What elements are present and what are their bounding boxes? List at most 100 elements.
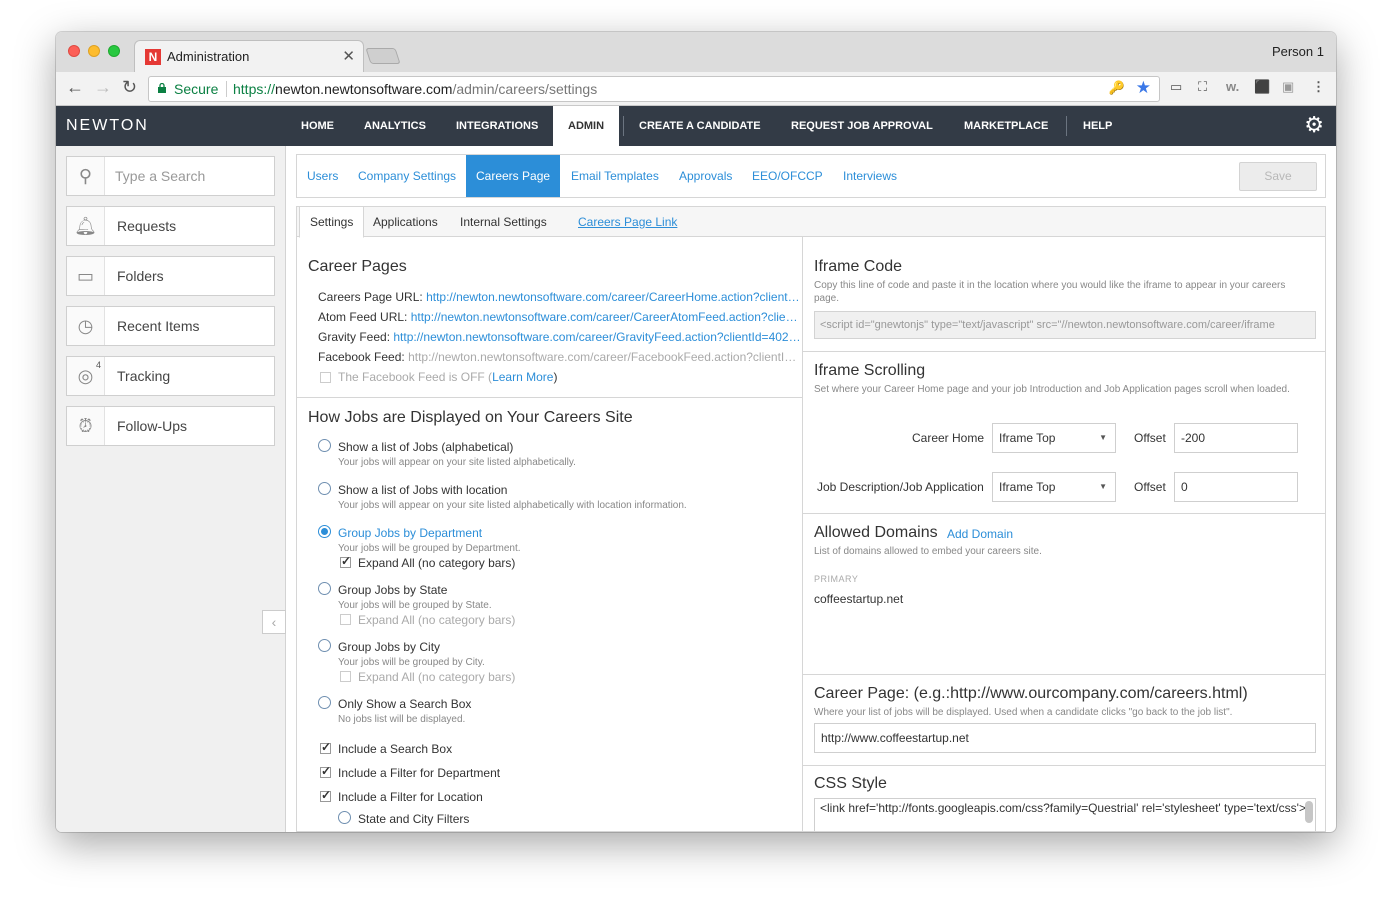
sidebar-item-tracking[interactable]: ◎ 4 Tracking <box>66 356 275 396</box>
screenshot-icon[interactable]: ⛶ <box>1198 79 1207 95</box>
job-description-select[interactable]: Iframe Top ▼ <box>992 472 1116 502</box>
menu-dots-icon[interactable]: ⋮ <box>1312 79 1325 95</box>
alarm-clock-icon: ⏰︎ <box>67 407 105 445</box>
bookmark-star-icon[interactable]: ★ <box>1136 78 1151 98</box>
save-button[interactable]: Save <box>1239 162 1317 191</box>
browser-tab[interactable]: N Administration ✕ <box>134 40 364 72</box>
extension-badge-icon[interactable]: ⬛ <box>1254 79 1270 95</box>
include-department-filter-checkbox[interactable] <box>320 764 331 778</box>
sidebar-item-label: Tracking <box>117 368 171 384</box>
nav-admin[interactable]: ADMIN <box>553 106 620 146</box>
sidebar-search[interactable]: ⚲ <box>66 156 275 196</box>
nav-marketplace[interactable]: MARKETPLACE <box>964 106 1048 146</box>
subtab-settings[interactable]: Settings <box>299 207 365 238</box>
k-extension-icon[interactable]: ▣ <box>1282 79 1294 95</box>
close-window-button[interactable] <box>68 45 80 57</box>
css-style-textarea[interactable]: <link href='http://fonts.googleapis.com/… <box>814 798 1316 831</box>
subtab-careers-page-link[interactable]: Careers Page Link <box>578 207 677 237</box>
include-location-filter-checkbox[interactable] <box>320 788 331 802</box>
search-input[interactable] <box>115 165 265 187</box>
include-search-box-checkbox[interactable] <box>320 740 331 754</box>
tab-bar: N Administration ✕ Person 1 <box>56 32 1336 72</box>
nav-home[interactable]: HOME <box>301 106 334 146</box>
career-home-select[interactable]: Iframe Top ▼ <box>992 423 1116 453</box>
w-extension-icon[interactable]: w. <box>1226 79 1239 94</box>
cast-icon[interactable]: ▭ <box>1170 79 1182 95</box>
tab-eeo-ofccp[interactable]: EEO/OFCCP <box>752 155 823 197</box>
folder-icon: ▭ <box>67 257 105 295</box>
scrollbar-thumb[interactable] <box>1305 801 1313 823</box>
radio-by-city[interactable] <box>318 639 331 652</box>
atom-feed-link[interactable]: http://newton.newtonsoftware.com/career/… <box>411 310 798 324</box>
nav-help[interactable]: HELP <box>1083 106 1112 146</box>
expand-all-department-checkbox[interactable] <box>340 554 351 568</box>
nav-create-candidate[interactable]: CREATE A CANDIDATE <box>639 106 761 146</box>
key-icon[interactable]: 🔑 <box>1109 80 1125 96</box>
nav-integrations[interactable]: INTEGRATIONS <box>456 106 538 146</box>
tab-users[interactable]: Users <box>307 155 338 197</box>
careers-url-row: Careers Page URL: http://newton.newtonso… <box>318 290 800 304</box>
tab-email-templates[interactable]: Email Templates <box>571 155 659 197</box>
tab-company-settings[interactable]: Company Settings <box>358 155 456 197</box>
tab-careers-page[interactable]: Careers Page <box>466 155 561 197</box>
career-home-select-value: Iframe Top <box>999 431 1056 445</box>
job-description-offset-input[interactable]: 0 <box>1174 472 1298 502</box>
newton-logo[interactable]: NEWTON <box>66 117 149 135</box>
subtab-applications[interactable]: Applications <box>373 207 438 237</box>
display-title: How Jobs are Displayed on Your Careers S… <box>308 409 633 426</box>
career-pages-title: Career Pages <box>308 258 407 275</box>
settings-gear-icon[interactable]: ⚙ <box>1304 112 1324 138</box>
option-label-search-box-only: Only Show a Search Box <box>338 697 472 711</box>
facebook-feed-label: Facebook Feed: <box>318 350 405 364</box>
collapse-sidebar-button[interactable]: ‹ <box>262 610 286 634</box>
tab-approvals[interactable]: Approvals <box>679 155 732 197</box>
facebook-feed-checkbox[interactable] <box>320 372 331 383</box>
sidebar-item-requests[interactable]: 🔔︎ Requests <box>66 206 275 246</box>
sidebar-item-folders[interactable]: ▭ Folders <box>66 256 275 296</box>
chevron-down-icon: ▼ <box>1099 482 1107 491</box>
gravity-feed-row: Gravity Feed: http://newton.newtonsoftwa… <box>318 330 801 344</box>
expand-all-state-checkbox[interactable] <box>340 614 351 625</box>
tab-interviews[interactable]: Interviews <box>843 155 897 197</box>
radio-state-city-filters[interactable] <box>338 811 351 824</box>
minimize-window-button[interactable] <box>88 45 100 57</box>
back-arrow-icon[interactable]: ← <box>66 77 84 98</box>
include-search-box-label: Include a Search Box <box>338 742 453 756</box>
sidebar-item-follow-ups[interactable]: ⏰︎ Follow-Ups <box>66 406 275 446</box>
careers-url-link[interactable]: http://newton.newtonsoftware.com/career/… <box>426 290 800 304</box>
radio-with-location[interactable] <box>318 482 331 495</box>
gravity-feed-link[interactable]: http://newton.newtonsoftware.com/career/… <box>393 330 800 344</box>
job-description-label: Job Description/Job Application <box>817 480 984 494</box>
option-help-by-city: Your jobs will be grouped by City. <box>338 657 485 668</box>
maximize-window-button[interactable] <box>108 45 120 57</box>
url-text[interactable]: https://newton.newtonsoftware.com/admin/… <box>233 81 597 97</box>
option-help-alphabetical: Your jobs will appear on your site liste… <box>338 457 576 468</box>
profile-name[interactable]: Person 1 <box>1272 44 1324 59</box>
radio-by-state[interactable] <box>318 582 331 595</box>
nav-request-job-approval[interactable]: REQUEST JOB APPROVAL <box>791 106 933 146</box>
expand-all-city-checkbox[interactable] <box>340 671 351 682</box>
add-domain-link[interactable]: Add Domain <box>947 527 1013 541</box>
settings-panel: Settings Applications Internal Settings … <box>296 206 1326 832</box>
career-page-url-input[interactable]: http://www.coffeestartup.net <box>814 723 1316 753</box>
reload-icon[interactable]: ↻ <box>122 77 137 98</box>
sidebar-item-recent-items[interactable]: ◷ Recent Items <box>66 306 275 346</box>
search-icon: ⚲ <box>67 157 105 195</box>
learn-more-link[interactable]: Learn More <box>492 370 553 384</box>
sidebar-item-label: Follow-Ups <box>117 418 188 434</box>
expand-all-label: Expand All (no category bars) <box>358 556 516 570</box>
forward-arrow-icon[interactable]: → <box>94 77 112 98</box>
tab-close-icon[interactable]: ✕ <box>342 47 355 65</box>
newton-favicon-icon: N <box>145 49 161 65</box>
radio-by-department[interactable] <box>318 525 331 538</box>
nav-analytics[interactable]: ANALYTICS <box>364 106 426 146</box>
url-omnibox[interactable]: Secure https://newton.newtonsoftware.com… <box>148 76 1160 102</box>
atom-feed-row: Atom Feed URL: http://newton.newtonsoftw… <box>318 310 798 324</box>
iframe-code-field[interactable]: <script id="gnewtonjs" type="text/javasc… <box>814 311 1316 339</box>
iframe-code-help: Copy this line of code and paste it in t… <box>814 280 1286 304</box>
subtab-internal-settings[interactable]: Internal Settings <box>460 207 547 237</box>
radio-alphabetical[interactable] <box>318 439 331 452</box>
new-tab-button[interactable] <box>365 48 401 64</box>
career-home-offset-input[interactable]: -200 <box>1174 423 1298 453</box>
radio-search-box-only[interactable] <box>318 696 331 709</box>
